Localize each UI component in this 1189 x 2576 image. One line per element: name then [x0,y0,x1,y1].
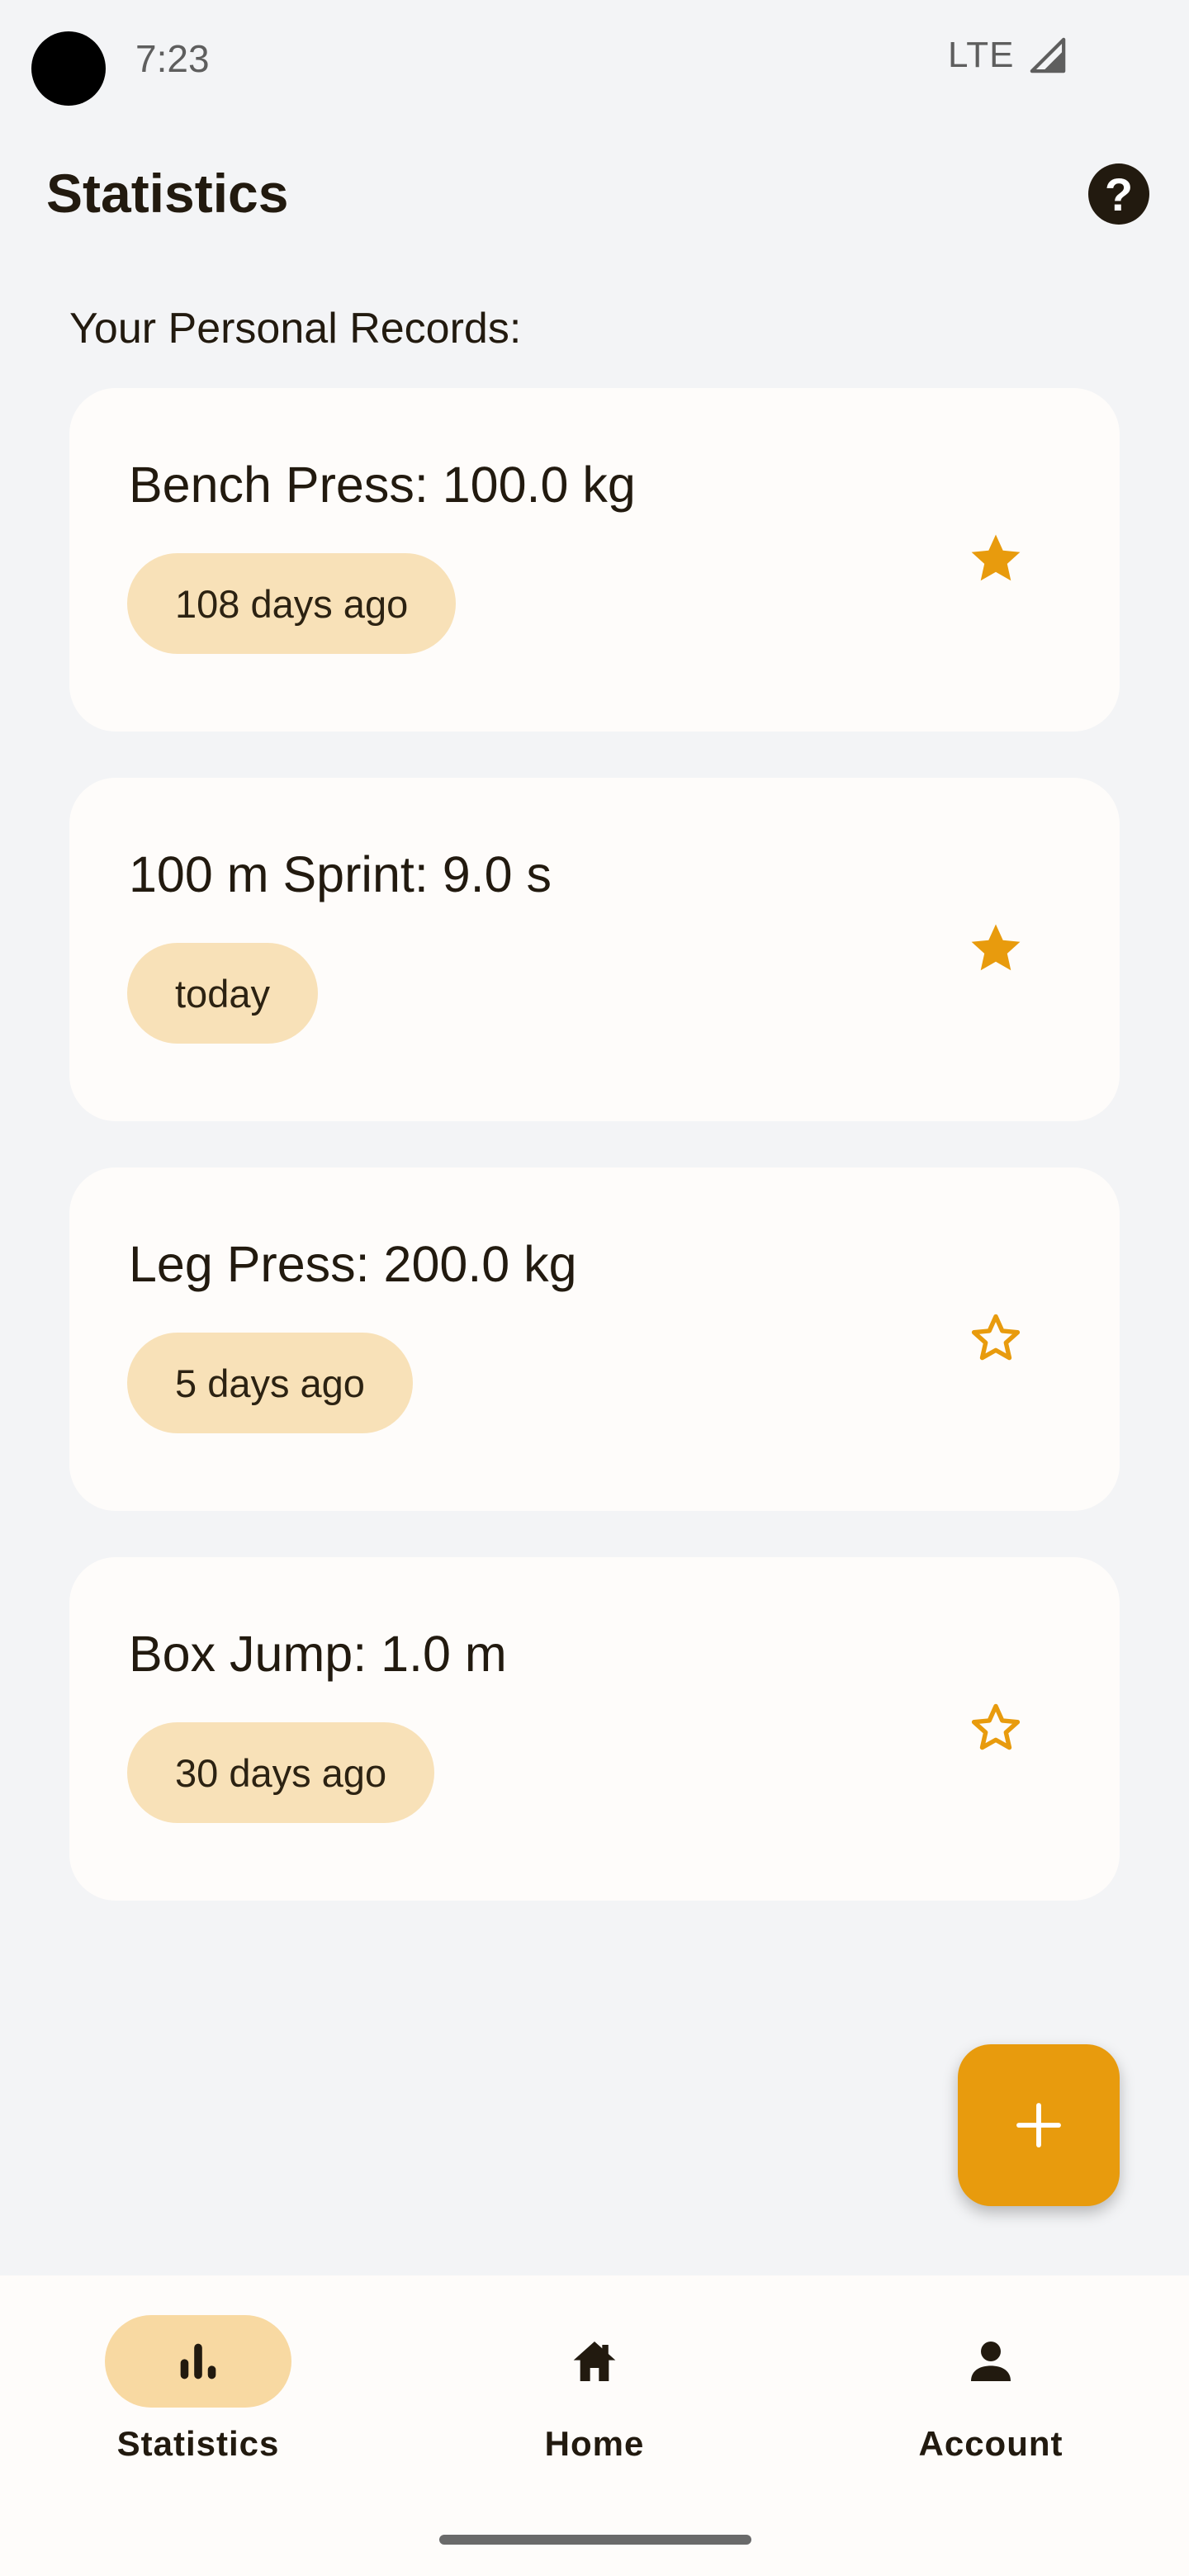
gesture-home-indicator[interactable] [439,2535,751,2545]
nav-label-statistics: Statistics [116,2424,280,2463]
record-title: Bench Press: 100.0 kg [129,457,636,513]
star-outline-icon[interactable] [966,1698,1026,1757]
network-type: LTE [948,35,1015,75]
record-date-chip: 108 days ago [127,553,457,654]
person-icon [971,2342,1011,2381]
record-title: Box Jump: 1.0 m [129,1626,507,1682]
nav-item-account[interactable]: Account [793,2275,1189,2490]
record-card[interactable]: Leg Press: 200.0 kg 5 days ago [69,1167,1120,1511]
record-date-chip: 5 days ago [127,1333,413,1433]
camera-cutout [31,31,106,106]
add-record-button[interactable] [958,2044,1120,2206]
plus-icon [1016,2103,1061,2147]
status-bar: 7:23 LTE [0,0,1189,116]
page-title: Statistics [46,163,289,224]
record-date-chip: 30 days ago [127,1722,435,1823]
bar-chart-icon [180,2343,216,2379]
star-filled-icon[interactable] [966,918,1026,978]
record-title: Leg Press: 200.0 kg [129,1236,577,1292]
home-icon [573,2342,616,2381]
signal-icon [1030,37,1066,73]
record-card[interactable]: Bench Press: 100.0 kg 108 days ago [69,388,1120,732]
section-label: Your Personal Records: [69,305,522,353]
bottom-navigation: Statistics Home Account [0,2275,1189,2576]
nav-label-home: Home [544,2424,645,2463]
record-date-chip: today [127,943,318,1044]
record-title: 100 m Sprint: 9.0 s [129,846,552,902]
help-icon[interactable]: ? [1088,163,1149,225]
status-time: 7:23 [135,37,210,80]
star-filled-icon[interactable] [966,528,1026,588]
nav-item-home[interactable]: Home [396,2275,793,2490]
star-outline-icon[interactable] [966,1308,1026,1367]
record-card[interactable]: 100 m Sprint: 9.0 s today [69,778,1120,1121]
record-card[interactable]: Box Jump: 1.0 m 30 days ago [69,1557,1120,1901]
nav-label-account: Account [918,2424,1063,2463]
screen: 7:23 LTE Statistics ? Your Personal Reco… [0,0,1189,2576]
nav-item-statistics[interactable]: Statistics [0,2275,396,2490]
